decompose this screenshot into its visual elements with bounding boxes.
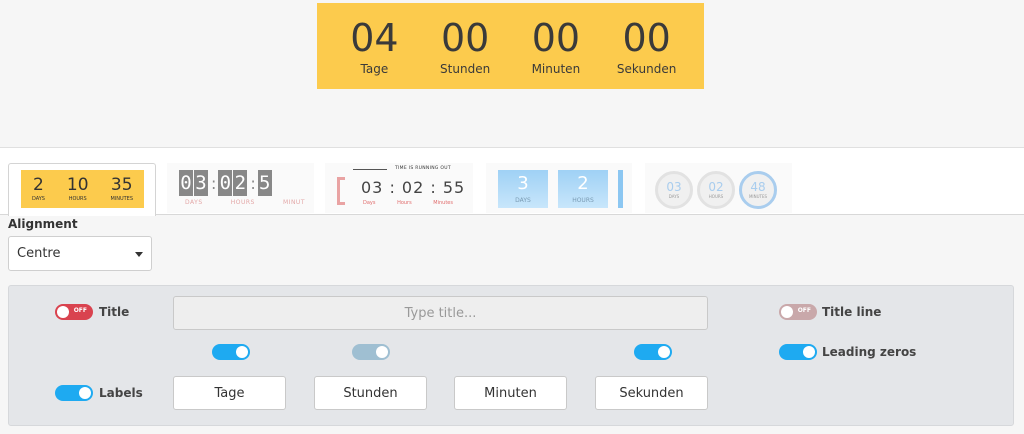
t2-colon: :: [211, 173, 217, 193]
template-4-boxes[interactable]: 3 DAYS 2 HOURS: [486, 163, 632, 213]
caret-down-icon: [135, 252, 143, 257]
toggle-knob: [236, 346, 248, 358]
preview-minutes-value: 00: [531, 15, 581, 60]
leading-zeros-label: Leading zeros: [822, 345, 917, 359]
t2-colon: :: [250, 173, 256, 193]
template-strip: 2 DAYS 10 HOURS 35 MINUTES 0 3 : 0 2 : 5…: [0, 147, 1024, 216]
t2-label: HOURS: [230, 199, 255, 206]
t2-label: DAYS: [185, 199, 203, 206]
label-minutes-input[interactable]: Minuten: [454, 376, 567, 410]
preview-unit-seconds: 00 Sekunden: [602, 17, 692, 76]
t1-unit: 2 DAYS: [32, 176, 45, 202]
toggle-knob: [803, 346, 815, 358]
t5-ring: 03 DAYS: [655, 171, 693, 209]
toggle-knob: [376, 346, 388, 358]
t5-label: HOURS: [708, 194, 724, 199]
t5-value: 48: [750, 180, 766, 194]
t5-value: 02: [708, 180, 724, 194]
t2-digit: 3: [194, 170, 208, 196]
toggle-state-text: OFF: [73, 307, 87, 314]
title-line-toggle[interactable]: OFF: [779, 304, 817, 320]
t1-value: 2: [33, 175, 44, 195]
t1-label: HOURS: [68, 196, 87, 202]
title-label: Title: [99, 305, 130, 319]
t5-label: DAYS: [668, 194, 680, 199]
preview-hours-label: Stunden: [440, 61, 491, 76]
preview-unit-days: 04 Tage: [329, 17, 419, 76]
t3-labels: Days Hours Minutes: [363, 200, 453, 206]
settings-panel: OFF Title OFF Title line Leading zeros L…: [8, 285, 1014, 426]
title-toggle[interactable]: OFF: [55, 304, 93, 320]
t3-label: Days: [363, 200, 376, 206]
toggle-knob: [658, 346, 670, 358]
t1-unit: 35 MINUTES: [110, 176, 133, 202]
t5-label: MINUTES: [748, 194, 768, 199]
t3-header-line: [353, 169, 387, 170]
t5-value: 03: [666, 180, 682, 194]
t1-label: DAYS: [31, 196, 45, 202]
t3-label: Hours: [397, 200, 412, 206]
t2-digits: 0 3 : 0 2 : 5: [179, 170, 273, 196]
toggle-state-text: OFF: [797, 307, 811, 314]
days-toggle[interactable]: [212, 344, 250, 360]
t5-ring: 48 MINUTES: [739, 171, 777, 209]
label-hours-input[interactable]: Stunden: [314, 376, 427, 410]
labels-label: Labels: [99, 386, 143, 400]
toggle-knob: [781, 306, 793, 318]
template-2-flip[interactable]: 0 3 : 0 2 : 5 DAYS HOURS MINUT: [167, 163, 314, 213]
t2-label: MINUT: [283, 199, 305, 206]
label-seconds-input[interactable]: Sekunden: [595, 376, 708, 410]
t2-digit: 0: [179, 170, 193, 196]
toggle-knob: [57, 306, 69, 318]
t1-label: MINUTES: [110, 196, 134, 202]
t2-digit: 2: [233, 170, 248, 196]
t3-time: 03 : 02 : 55: [361, 178, 466, 197]
t1-value: 35: [110, 175, 133, 195]
t1-value: 10: [66, 175, 89, 195]
alignment-label: Alignment: [8, 217, 78, 231]
t4-box: 3 DAYS: [498, 170, 548, 208]
t5-ring: 02 HOURS: [697, 171, 735, 209]
labels-toggle[interactable]: [55, 385, 93, 401]
template-3-running-out[interactable]: TIME IS RUNNING OUT 03 : 02 : 55 Days Ho…: [325, 163, 473, 213]
preview-days-label: Tage: [360, 61, 389, 76]
preview-hours-value: 00: [440, 15, 490, 60]
toggle-knob: [79, 387, 91, 399]
preview-seconds-value: 00: [622, 15, 671, 60]
t3-header: TIME IS RUNNING OUT: [395, 166, 451, 171]
title-line-label: Title line: [822, 305, 882, 319]
alignment-value: Centre: [17, 246, 61, 261]
t4-label: HOURS: [572, 197, 594, 204]
t4-value: 3: [517, 173, 529, 194]
title-input[interactable]: [173, 296, 708, 330]
t2-digit: 5: [257, 170, 272, 196]
preview-minutes-label: Minuten: [531, 61, 581, 76]
hours-toggle[interactable]: [352, 344, 390, 360]
t4-value: 2: [577, 173, 589, 194]
preview-unit-hours: 00 Stunden: [420, 17, 510, 76]
preview-days-value: 04: [350, 15, 399, 60]
t3-label: Minutes: [433, 200, 453, 206]
leading-zeros-toggle[interactable]: [779, 344, 817, 360]
t2-labels: DAYS HOURS MINUT: [185, 199, 305, 206]
seconds-toggle[interactable]: [634, 344, 672, 360]
countdown-preview: 04 Tage 00 Stunden 00 Minuten 00 Sekunde…: [317, 3, 704, 89]
template-1-tab[interactable]: 2 DAYS 10 HOURS 35 MINUTES: [8, 163, 156, 216]
t3-bracket: [337, 177, 345, 205]
t4-box-partial: [618, 170, 623, 208]
preview-seconds-label: Sekunden: [616, 61, 677, 76]
template-5-circles[interactable]: 03 DAYS 02 HOURS 48 MINUTES: [645, 163, 792, 213]
t4-label: DAYS: [515, 197, 531, 204]
t4-box: 2 HOURS: [558, 170, 608, 208]
alignment-select[interactable]: Centre: [8, 236, 152, 271]
label-days-input[interactable]: Tage: [173, 376, 286, 410]
template-1-preview: 2 DAYS 10 HOURS 35 MINUTES: [21, 170, 144, 208]
t2-digit: 0: [218, 170, 233, 196]
preview-unit-minutes: 00 Minuten: [511, 17, 601, 76]
t1-unit: 10 HOURS: [67, 176, 89, 202]
